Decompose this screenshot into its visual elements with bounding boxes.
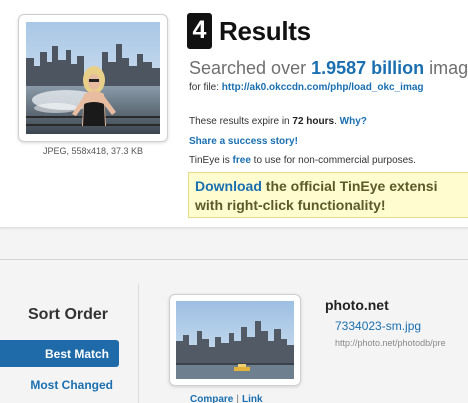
expire-prefix: These results expire in xyxy=(189,116,293,127)
sort-best-match[interactable]: Best Match xyxy=(0,340,119,367)
download-extension-link[interactable]: Download xyxy=(195,178,262,194)
expiry-notice: These results expire in 72 hours. Why? xyxy=(189,116,367,127)
match-action-links: Compare | Link xyxy=(190,394,263,403)
promo-line-2: with right-click functionality! xyxy=(195,197,386,213)
section-divider xyxy=(0,259,468,260)
sort-most-changed[interactable]: Most Changed xyxy=(0,375,119,395)
searched-over-text: Searched over 1.9587 billion imag xyxy=(189,58,468,79)
promo-text-1: the official TinEye extensi xyxy=(261,178,438,194)
index-size: 1.9587 billion xyxy=(311,58,425,78)
results-heading: 4 Results xyxy=(187,12,311,50)
results-count-badge: 4 xyxy=(187,13,212,49)
expire-time: 72 hours xyxy=(292,116,335,127)
free-prefix: TinEye is xyxy=(189,155,233,166)
searched-prefix: Searched over xyxy=(189,58,312,78)
query-image-info: JPEG, 558x418, 37.3 KB xyxy=(42,146,144,156)
extension-promo-banner: Download the official TinEye extensi wit… xyxy=(188,172,468,218)
promo-line-1: Download the official TinEye extensi xyxy=(195,177,468,196)
searched-suffix: imag xyxy=(424,58,468,78)
free-use-notice: TinEye is free to use for non-commercial… xyxy=(189,155,416,166)
sort-order-title: Sort Order xyxy=(28,306,109,323)
results-summary-card: JPEG, 558x418, 37.3 KB 4 Results Searche… xyxy=(0,0,468,228)
searched-file-link[interactable]: http://ak0.okccdn.com/php/load_okc_imag xyxy=(222,82,424,93)
match-domain: photo.net xyxy=(325,297,389,313)
match-image xyxy=(176,301,294,379)
query-image xyxy=(26,22,160,134)
match-image-thumbnail[interactable] xyxy=(169,294,301,386)
free-suffix: to use for non-commercial purposes. xyxy=(250,155,416,166)
results-heading-label: Results xyxy=(219,15,311,46)
why-link[interactable]: Why? xyxy=(340,116,367,127)
compare-link[interactable]: Compare xyxy=(190,394,233,403)
share-success-story-link[interactable]: Share a success story! xyxy=(189,136,298,147)
link-link[interactable]: Link xyxy=(242,394,263,403)
sidebar-separator xyxy=(138,284,139,403)
free-link[interactable]: free xyxy=(233,155,251,166)
match-page-url[interactable]: http://photo.net/photodb/pre xyxy=(335,338,446,348)
searched-file-line: for file: http://ak0.okccdn.com/php/load… xyxy=(189,82,424,93)
tineye-results-page: JPEG, 558x418, 37.3 KB 4 Results Searche… xyxy=(0,0,468,403)
file-prefix: for file: xyxy=(189,82,222,93)
match-file-link[interactable]: 7334023-sm.jpg xyxy=(335,319,421,333)
link-separator: | xyxy=(236,394,239,403)
query-image-thumbnail[interactable] xyxy=(18,14,168,142)
